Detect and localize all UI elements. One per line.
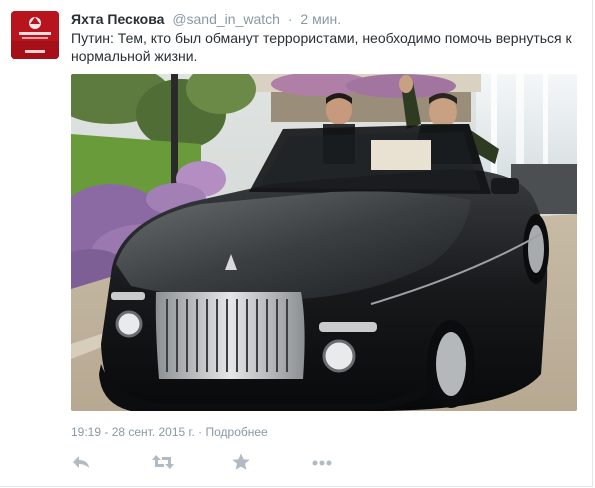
tweet-header: Яхта Пескова @sand_in_watch · 2 мин.	[71, 10, 341, 28]
more-button[interactable]	[311, 452, 335, 474]
details-link[interactable]: Подробнее	[205, 425, 267, 439]
retweet-icon	[152, 455, 174, 469]
separator-dot: ·	[287, 11, 293, 27]
avatar-image	[11, 11, 59, 59]
car-photo	[71, 74, 577, 411]
retweet-button[interactable]	[151, 452, 175, 474]
author-handle[interactable]: @sand_in_watch	[172, 11, 280, 27]
tweet-actions	[71, 452, 371, 474]
avatar[interactable]	[11, 11, 59, 59]
author-name[interactable]: Яхта Пескова	[71, 11, 164, 27]
tweet-meta: 19:19 - 28 сент. 2015 г. · Подробнее	[71, 424, 268, 440]
tweet-container: Яхта Пескова @sand_in_watch · 2 мин. Пут…	[0, 0, 593, 487]
star-icon	[232, 453, 250, 470]
favorite-button[interactable]	[231, 452, 255, 474]
reply-icon	[73, 456, 89, 468]
reply-button[interactable]	[71, 452, 95, 474]
more-dots-icon	[312, 460, 332, 466]
tweet-text: Путин: Тем, кто был обманут террористами…	[71, 30, 572, 64]
tweet-timestamp[interactable]: 19:19 - 28 сент. 2015 г.	[71, 425, 195, 439]
tweet-time-ago[interactable]: 2 мин.	[300, 11, 341, 27]
tweet-photo[interactable]	[71, 74, 577, 411]
